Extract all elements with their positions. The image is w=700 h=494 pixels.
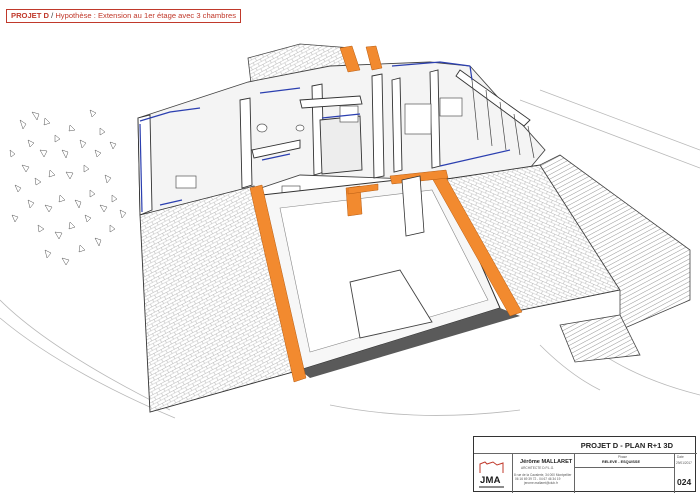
sheet-number: 024 bbox=[677, 477, 692, 487]
axonometric-plan-drawing bbox=[0, 43, 700, 419]
architect-logo: JMA bbox=[477, 460, 506, 490]
tb-divider bbox=[474, 453, 697, 454]
chimney bbox=[401, 175, 425, 237]
tb-divider bbox=[512, 453, 513, 493]
tb-divider bbox=[574, 453, 575, 493]
hypothesis-label: Hypothèse : Extension au 1er étage avec … bbox=[55, 11, 236, 20]
project-label: PROJET D bbox=[11, 11, 49, 20]
drawing-sheet: PROJET D / Hypothèse : Extension au 1er … bbox=[0, 0, 700, 494]
drawing-header: PROJET D / Hypothèse : Extension au 1er … bbox=[6, 9, 241, 23]
sheet-title: PROJET D - PLAN R+1 3D bbox=[580, 441, 673, 450]
vegetation-foliage bbox=[9, 109, 127, 266]
tb-divider bbox=[574, 467, 674, 468]
architect-name: Jérôme MALLARET bbox=[520, 459, 573, 465]
date-value: 29/01/2017 bbox=[676, 461, 692, 465]
phase-label: Phase bbox=[618, 455, 628, 459]
tb-divider bbox=[674, 453, 675, 493]
phase-value: RELEVE - ESQUISSE bbox=[602, 460, 640, 464]
date-label: Date bbox=[677, 455, 684, 459]
title-block: PROJET D - PLAN R+1 3D Jérôme MALLARET A… bbox=[473, 436, 697, 493]
logo-text: JMA bbox=[480, 475, 501, 486]
architect-email: jerome.mallaret@club.fr bbox=[524, 481, 558, 485]
architect-title: ARCHITECTE D.P.L.G. bbox=[521, 466, 555, 470]
